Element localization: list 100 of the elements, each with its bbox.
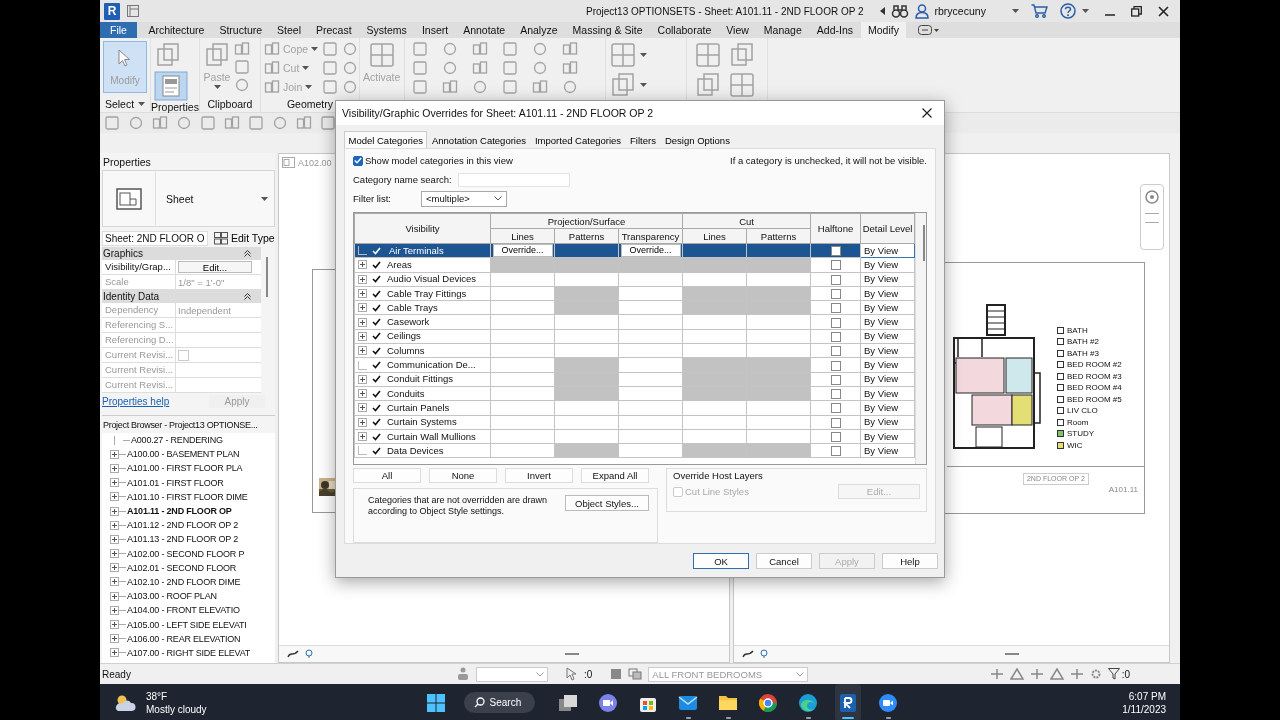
tree-item[interactable]: A101.11 - 2ND FLOOR OP (126, 506, 232, 517)
dialog-button[interactable]: Cancel (756, 553, 812, 569)
dialog-tab[interactable]: Imported Categories (530, 131, 626, 148)
search-field[interactable]: Search (463, 692, 536, 713)
override-button[interactable]: Override... (492, 244, 553, 258)
app-logo[interactable]: R (104, 2, 120, 20)
override-button[interactable]: Override... (620, 244, 681, 258)
tree-item[interactable]: A102.10 - 2ND FLOOR DIME (126, 576, 241, 587)
checkbox-label[interactable]: Show model categories in this view (365, 155, 513, 167)
legend-label: Room (1067, 417, 1089, 427)
edit-button[interactable]: Edit... (178, 261, 252, 273)
category-name: Casework (387, 316, 430, 329)
clock-date[interactable]: 1/11/2023 (1122, 702, 1166, 716)
ribbon-tab[interactable]: Steel (269, 22, 309, 38)
instance-dropdown[interactable]: Sheet: 2ND FLOOR O (102, 230, 208, 246)
category-name: Audio Visual Devices (387, 273, 477, 286)
dialog-tab[interactable]: Annotation Categories (427, 131, 531, 148)
tree-item[interactable]: A101.01 - FIRST FLOOR (126, 477, 224, 488)
window-title: Project13 OPTIONSETS - Sheet: A101.11 - 2ND FLOOR OP 2 (586, 5, 864, 17)
tree-item[interactable]: A103.00 - ROOF PLAN (126, 591, 217, 602)
tree-item[interactable]: A104.00 - FRONT ELEVATIO (126, 605, 240, 616)
clock-time[interactable]: 6:07 PM (1128, 689, 1166, 703)
dialog-title: Visibility/Graphic Overrides for Sheet: A101.11 - 2ND FLOOR OP 2 (342, 107, 654, 119)
tree-item[interactable]: A101.13 - 2ND FLOOR OP 2 (126, 534, 239, 545)
ribbon-tab[interactable]: Structure (211, 22, 270, 38)
group-header[interactable]: Graphics (102, 247, 261, 260)
list-button[interactable]: Expand All (581, 468, 649, 483)
dialog-tab[interactable]: Filters (625, 131, 661, 148)
ribbon-tab[interactable]: Collaborate (650, 22, 719, 38)
detail-level-cell[interactable]: By View (860, 286, 915, 301)
detail-level-cell[interactable]: By View (860, 329, 915, 344)
ribbon-tab[interactable]: Massing & Site (565, 22, 651, 38)
detail-level-cell[interactable]: By View (860, 272, 915, 287)
dialog-button[interactable]: Help (882, 553, 938, 569)
detail-level-cell[interactable]: By View (860, 400, 915, 416)
tree-item[interactable]: A101.10 - FIRST FLOOR DIME (126, 491, 248, 502)
ribbon-tab[interactable]: Architecture (140, 22, 212, 38)
property-name: Current Revisi... (102, 348, 176, 362)
dialog-button[interactable]: OK (693, 553, 749, 569)
tree-item[interactable]: A106.00 - REAR ELEVATION (126, 633, 241, 644)
tree-item[interactable]: A101.12 - 2ND FLOOR OP 2 (126, 520, 239, 531)
detail-level-cell[interactable]: By View (860, 415, 915, 430)
tree-item[interactable]: A102.01 - SECOND FLOOR (126, 562, 237, 573)
ribbon-tab[interactable]: Modify (860, 22, 907, 38)
temperature[interactable]: 38°F (146, 689, 207, 703)
legend-label: BATH #2 (1067, 337, 1099, 347)
category-name: Ceilings (387, 330, 421, 343)
category-name: Curtain Systems (387, 416, 457, 429)
ribbon-tab[interactable]: View (718, 22, 757, 38)
group-header[interactable]: Identity Data (102, 290, 261, 303)
note-text: Categories that are not overridden are drawn according to Object Style settings. (368, 495, 549, 517)
detail-level-cell[interactable]: By View (860, 372, 915, 387)
legend-label: STUDY (1067, 429, 1095, 439)
type-selector[interactable]: Sheet (102, 170, 275, 227)
filter-dropdown[interactable]: <multiple> (421, 190, 507, 207)
ribbon-tab[interactable]: Analyze (512, 22, 566, 38)
tree-item[interactable]: A000.27 - RENDERING (130, 435, 223, 446)
legend-label: BED ROOM #4 (1067, 383, 1122, 393)
object-styles-button[interactable]: Object Styles... (565, 495, 649, 511)
tree-item[interactable]: A100.00 - BASEMENT PLAN (126, 449, 240, 460)
detail-level-cell[interactable]: By View (860, 386, 915, 401)
ribbon-tab[interactable]: Insert (414, 22, 456, 38)
panel-label: Clipboard (207, 98, 253, 110)
detail-level-cell[interactable]: By View (860, 443, 915, 458)
dialog-tab[interactable]: Design Options (660, 131, 735, 148)
ribbon-tab[interactable]: Systems (359, 22, 415, 38)
ribbon-tab[interactable]: Precast (308, 22, 360, 38)
legend-label: LIV CLO (1067, 406, 1098, 416)
property-value: 1/8" = 1'-0" (178, 276, 225, 288)
detail-level-cell[interactable]: By View (860, 343, 915, 358)
panel-title: Properties (102, 154, 152, 170)
help-link[interactable]: Properties help (102, 395, 170, 407)
category-name: Air Terminals (387, 244, 446, 257)
tree-item[interactable]: A102.00 - SECOND FLOOR P (126, 548, 245, 559)
field-label: Category name search: (353, 174, 452, 186)
ribbon-tab[interactable]: File (100, 22, 137, 38)
detail-level-cell[interactable]: By View (860, 429, 915, 444)
detail-level-cell[interactable]: By View (860, 300, 915, 315)
ribbon-tab[interactable]: Add-Ins (809, 22, 861, 38)
category-name: Curtain Panels (387, 401, 450, 414)
detail-level-cell[interactable]: By View (860, 357, 915, 373)
tree-item[interactable]: A105.00 - LEFT SIDE ELEVATI (126, 619, 247, 630)
list-button[interactable]: Invert (505, 468, 573, 483)
list-button[interactable]: All (353, 468, 421, 483)
legend-label: BED ROOM #5 (1067, 394, 1122, 404)
detail-level-cell[interactable]: By View (860, 257, 915, 273)
filter-count: :0 (1121, 668, 1130, 680)
category-name: Cable Tray Fittings (387, 287, 467, 300)
user-name[interactable]: rbrycecuny (934, 5, 986, 17)
column-header: Detail Level (860, 213, 915, 244)
ribbon-tab[interactable]: Annotate (455, 22, 513, 38)
detail-level-cell[interactable]: By View (860, 315, 915, 330)
tree-item[interactable]: A107.00 - RIGHT SIDE ELEVAT (126, 647, 251, 658)
tree-item[interactable]: A101.00 - FIRST FLOOR PLA (126, 463, 243, 474)
list-button[interactable]: None (429, 468, 497, 483)
category-name: Areas (387, 258, 412, 271)
ribbon-tab[interactable]: Manage (756, 22, 810, 38)
dialog-tab[interactable]: Model Categories (344, 131, 428, 148)
weather-text[interactable]: Mostly cloudy (146, 702, 207, 716)
edit-type-button[interactable]: Edit Type (214, 231, 275, 245)
